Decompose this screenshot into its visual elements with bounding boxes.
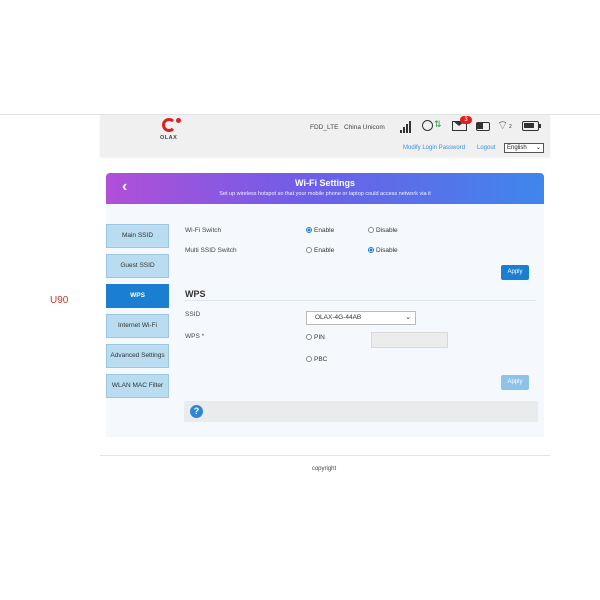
wps-pin-option[interactable]: PIN [306,334,325,341]
wifi-switch-disable-text: Disable [376,227,398,234]
logo-text: OLAX [160,135,178,141]
wifi-client-count: 2 [509,124,512,130]
network-type: FDD_LTE [310,124,339,131]
logout-link[interactable]: Logout [477,145,495,151]
sim-card-icon [476,122,490,131]
language-value: English [507,145,527,151]
pin-input[interactable] [371,332,448,348]
multi-ssid-enable-radio[interactable] [306,247,312,253]
chevron-down-icon: ⌄ [405,314,411,321]
data-transfer-icon: ⇅ [434,119,442,129]
logo-dot-mark [176,118,181,123]
wps-section-title: WPS [185,289,206,299]
page-banner: ‹ Wi-Fi Settings Set up wireless hotspot… [106,173,544,204]
model-label: U90 [50,295,69,306]
wps-apply-button[interactable]: Apply [501,375,529,390]
multi-ssid-enable-text: Enable [314,247,335,254]
sidebar-item-internet-wifi[interactable]: Internet Wi-Fi [106,314,169,338]
multi-ssid-disable-option[interactable]: Disable [368,247,398,254]
ssid-value: OLAX-4G-44AB [315,314,362,321]
message-count-badge: 3 [460,116,472,124]
copyright-text: copyright [311,466,337,472]
sidebar-item-wlan-mac-filter[interactable]: WLAN MAC Filter [106,374,169,398]
wps-section-divider [185,300,536,301]
wifi-switch-disable-option[interactable]: Disable [368,227,398,234]
multi-ssid-label: Multi SSID Switch [185,247,237,254]
multi-ssid-disable-text: Disable [376,247,398,254]
globe-icon [422,120,433,131]
multi-ssid-enable-option[interactable]: Enable [306,247,334,254]
logo-c-mark [162,118,176,132]
footer-divider [100,455,550,456]
language-select[interactable]: English ⌄ [504,143,544,153]
signal-strength-icon [400,121,414,133]
sidebar-item-wps[interactable]: WPS [106,284,169,308]
wifi-switch-enable-option[interactable]: Enable [306,227,334,234]
chevron-down-icon: ⌄ [535,145,541,151]
wifi-switch-enable-text: Enable [314,227,335,234]
header-bar: OLAX FDD_LTE China Unicom ⇅ 3 ⌔ 2 Modify… [100,115,550,157]
wps-pin-radio[interactable] [306,334,312,340]
wps-pin-text: PIN [314,334,325,341]
wifi-switch-label: Wi-Fi Switch [185,227,222,234]
page-title: Wi-Fi Settings [295,178,355,188]
wifi-switch-disable-radio[interactable] [368,227,374,233]
wps-pbc-option[interactable]: PBC [306,356,327,363]
ssid-label: SSID [185,311,201,318]
wps-pbc-text: PBC [314,356,328,363]
operator-name: China Unicom [344,124,385,131]
multi-ssid-disable-radio[interactable] [368,247,374,253]
help-bar: ? [184,401,538,422]
sidebar-item-advanced-settings[interactable]: Advanced Settings [106,344,169,368]
sidebar-item-main-ssid[interactable]: Main SSID [106,224,169,248]
question-icon[interactable]: ? [190,405,203,418]
wifi-apply-button[interactable]: Apply [501,265,529,280]
battery-icon [522,121,541,131]
wifi-icon: ⌔ [497,118,509,132]
olax-logo: OLAX [160,118,184,148]
modify-password-link[interactable]: Modify Login Password [403,145,465,151]
wps-mode-label: WPS * [185,333,205,340]
sidebar-item-guest-ssid[interactable]: Guest SSID [106,254,169,278]
wifi-switch-enable-radio[interactable] [306,227,312,233]
ssid-select[interactable]: OLAX-4G-44AB ⌄ [306,311,416,325]
page-subtitle: Set up wireless hotspot so that your mob… [219,191,431,197]
wps-pbc-radio[interactable] [306,356,312,362]
